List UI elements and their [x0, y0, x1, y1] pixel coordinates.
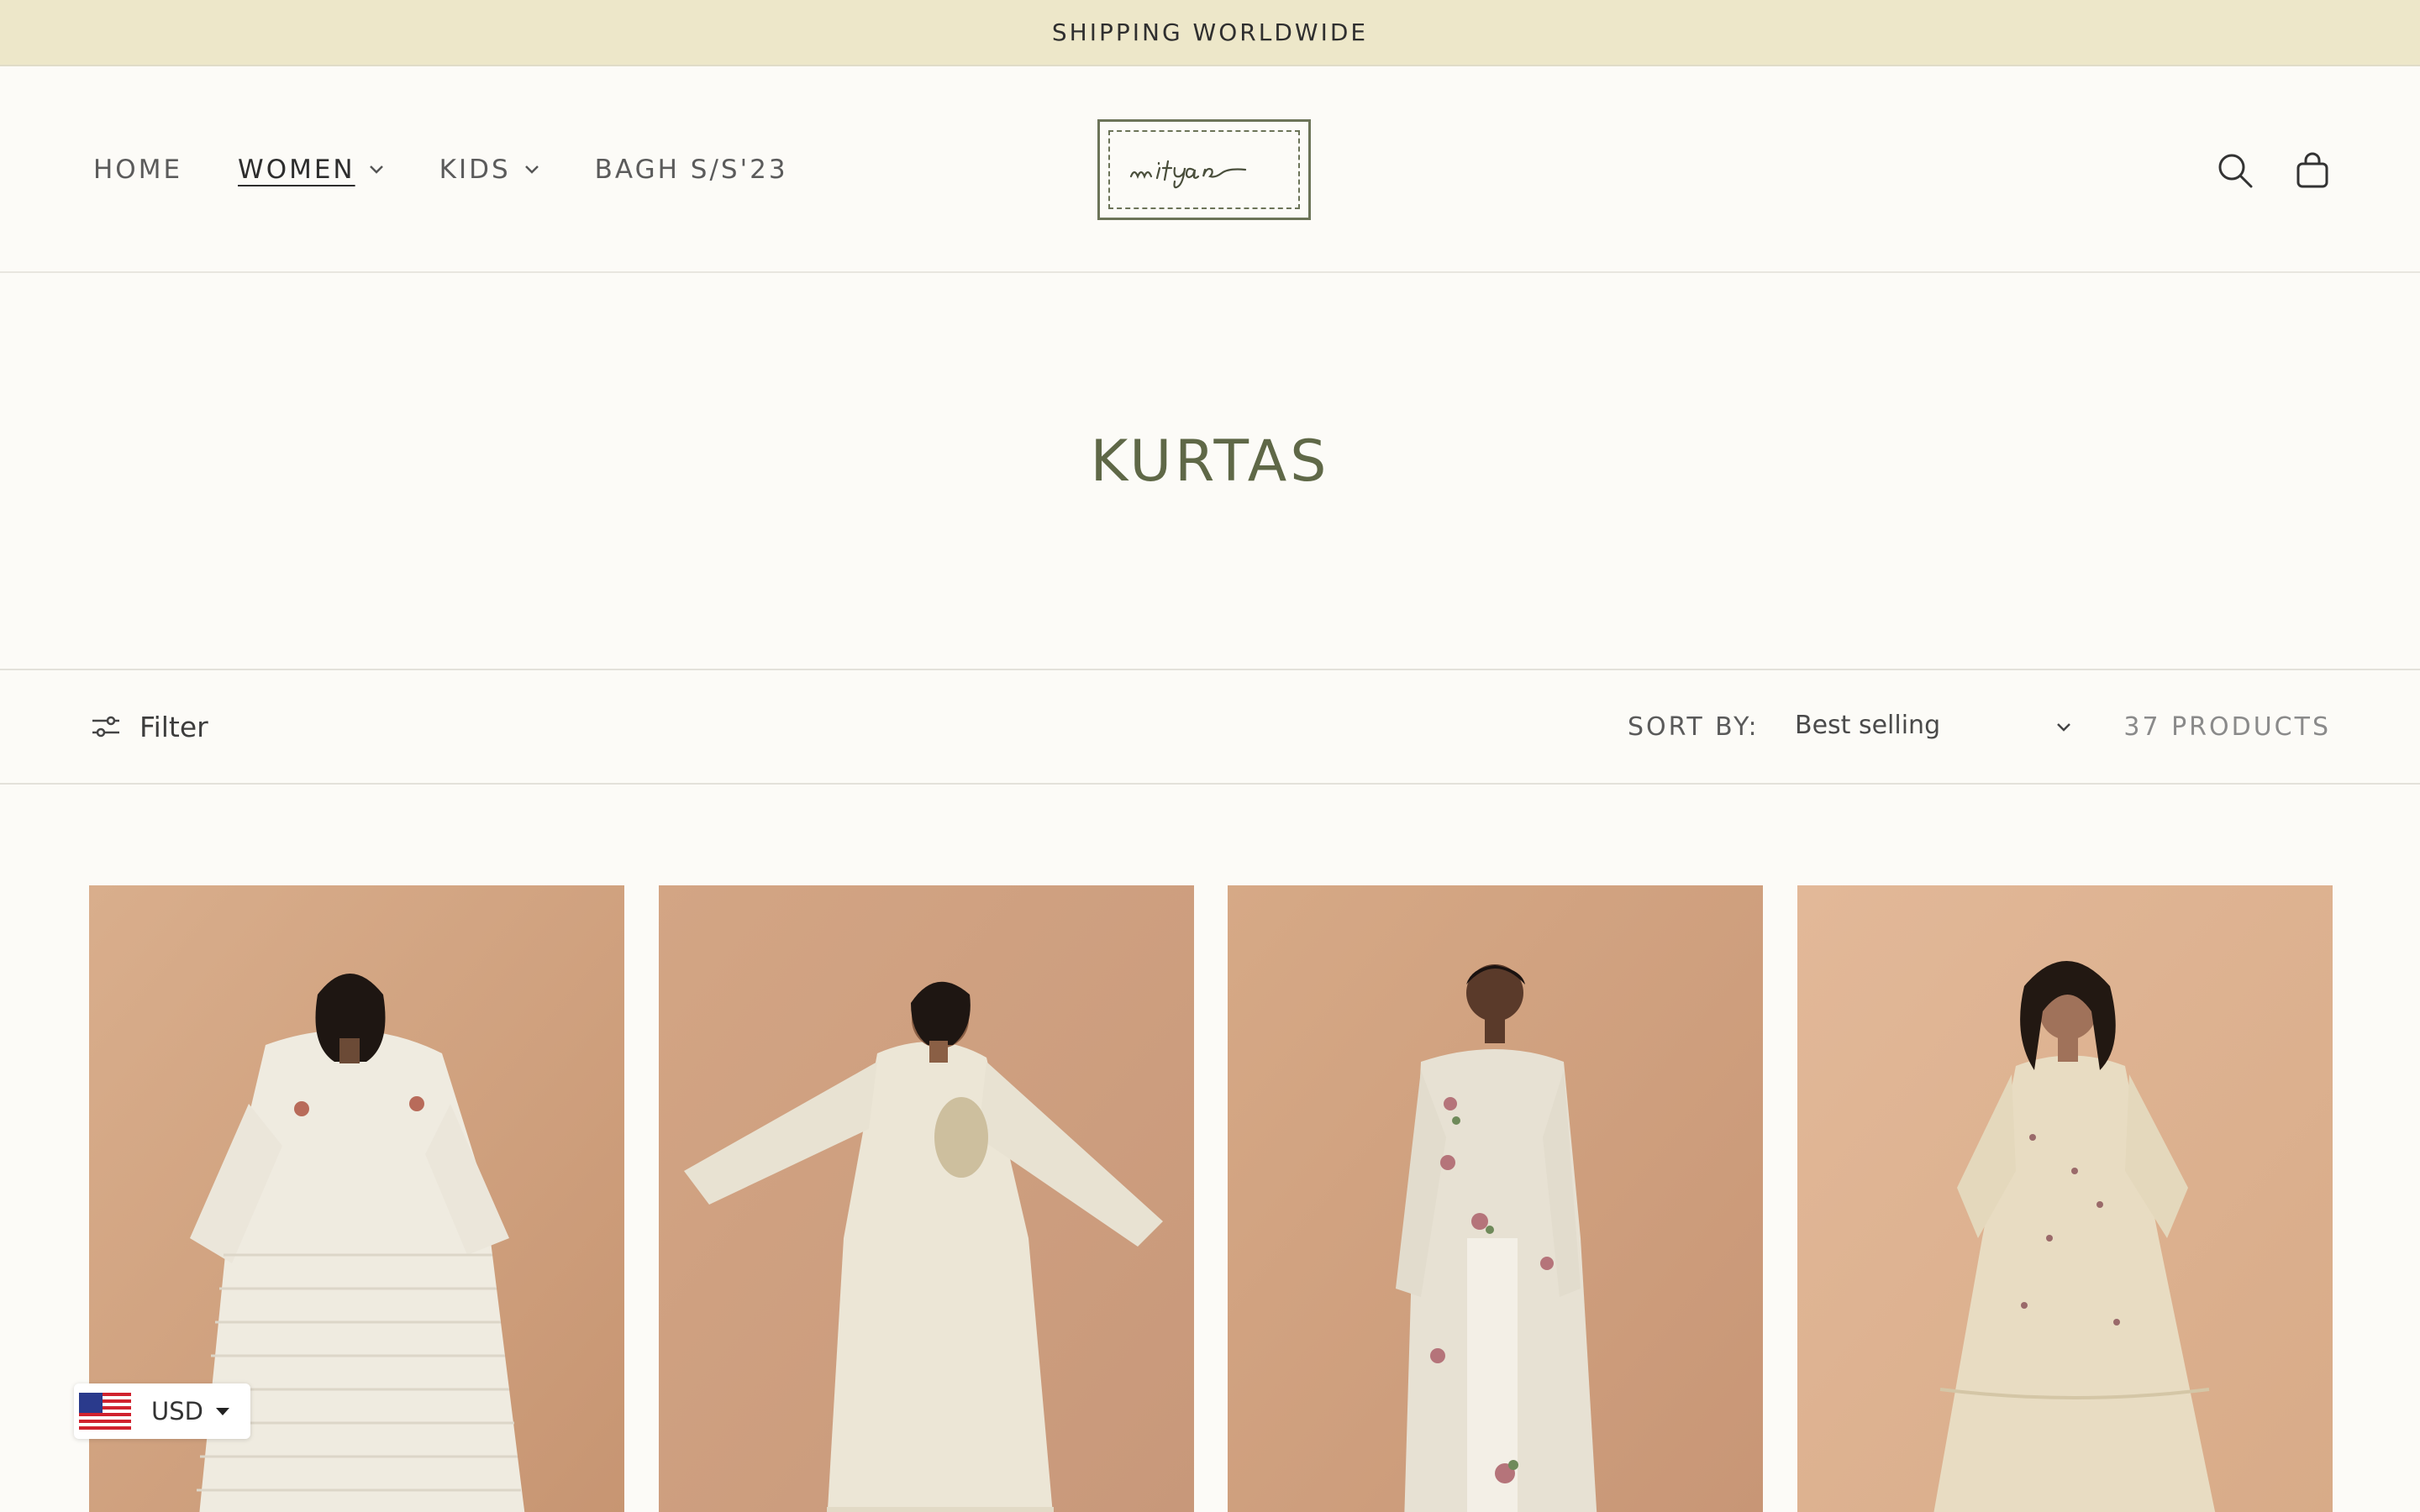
site-header: HOME WOMEN KIDS BAGH S/S'23	[0, 66, 2420, 273]
currency-selector[interactable]: USD	[74, 1383, 250, 1439]
currency-code: USD	[151, 1397, 203, 1425]
sort-label: SORT BY:	[1628, 711, 1760, 742]
nav-item-bagh[interactable]: BAGH S/S'23	[595, 155, 788, 185]
collection-title: KURTAS	[1090, 428, 1330, 495]
nav-item-label: HOME	[93, 155, 183, 185]
nav-item-label: BAGH S/S'23	[594, 155, 788, 185]
logo-wordmark	[1129, 160, 1247, 189]
header-icons	[2181, 147, 2336, 194]
filter-sliders-icon	[92, 716, 119, 738]
product-grid	[89, 885, 2333, 1512]
chevron-down-icon	[369, 165, 384, 175]
caret-down-icon	[215, 1406, 230, 1416]
sort-select[interactable]: Best selling	[1795, 696, 2072, 754]
product-image	[658, 885, 1194, 1512]
brand-logo[interactable]	[1097, 119, 1311, 220]
main-nav: HOME WOMEN KIDS BAGH S/S'23	[93, 66, 844, 273]
announcement-text: SHIPPING WORLDWIDE	[1051, 18, 1369, 46]
nav-item-home[interactable]: HOME	[93, 155, 182, 185]
product-card[interactable]	[658, 885, 1194, 1512]
filter-button[interactable]: Filter	[91, 670, 208, 783]
nav-item-label: KIDS	[439, 155, 511, 185]
collection-toolbar: Filter SORT BY: Best selling 37 PRODUCTS	[0, 669, 2420, 785]
search-icon[interactable]	[2212, 147, 2259, 194]
cart-icon[interactable]	[2289, 147, 2336, 194]
nav-item-kids[interactable]: KIDS	[439, 155, 539, 185]
nav-item-label: WOMEN	[238, 155, 355, 185]
us-flag-icon	[79, 1393, 131, 1430]
chevron-down-icon	[524, 165, 539, 175]
product-card[interactable]	[1797, 885, 2333, 1512]
product-image	[1797, 885, 2333, 1512]
product-card[interactable]	[1228, 885, 1764, 1512]
filter-label: Filter	[139, 710, 208, 743]
product-image	[1228, 885, 1764, 1512]
chevron-down-icon	[2055, 711, 2072, 740]
product-count: 37 PRODUCTS	[2123, 711, 2331, 742]
announcement-bar: SHIPPING WORLDWIDE	[0, 0, 2420, 66]
nav-item-women[interactable]: WOMEN	[238, 155, 384, 185]
sort-value: Best selling	[1795, 710, 1941, 740]
